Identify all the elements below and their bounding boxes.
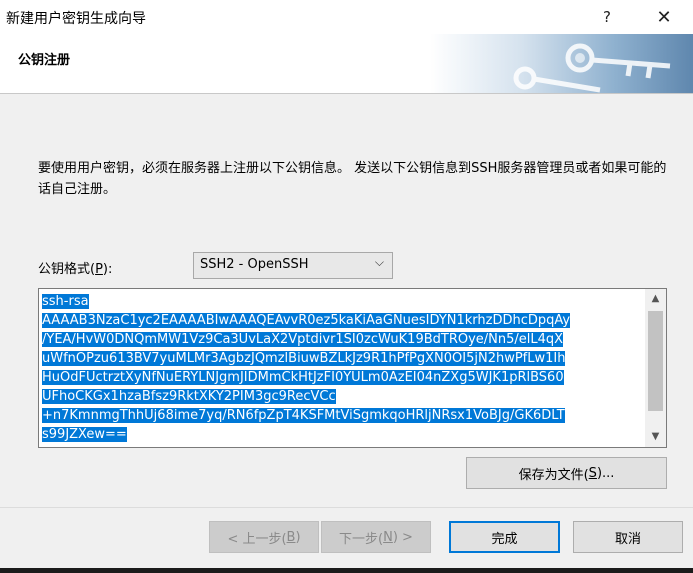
key-line: AAAAB3NzaC1yc2EAAAABIwAAAQEAvvR0ez5kaKiA… (42, 313, 571, 328)
key-line: ssh-rsa (42, 294, 89, 309)
key-line: +n7KmnmgThhUj68ime7yq/RN6fpZpT4KSFMtViSg… (42, 408, 565, 423)
window-title: 新建用户密钥生成向导 (6, 11, 146, 27)
scroll-down-icon[interactable]: ▼ (645, 427, 666, 447)
instruction-text: 要使用用户密钥，必须在服务器上注册以下公钥信息。 发送以下公钥信息到SSH服务器… (38, 161, 667, 197)
finish-button[interactable]: 完成 (449, 521, 560, 553)
bottom-edge (0, 568, 693, 573)
page-title: 公钥注册 (18, 53, 71, 68)
key-line: /YEA/HvW0DNQmMW1Vz9Ca3UvLaX2Vptdivr1SI0z… (42, 332, 564, 347)
keys-icon (513, 43, 671, 93)
chevron-down-icon: ⌵ (374, 255, 384, 269)
public-key-textbox[interactable]: ssh-rsa AAAAB3NzaC1yc2EAAAABIwAAAQEAvvR0… (38, 288, 667, 448)
wizard-header: 公钥注册 (0, 34, 693, 94)
key-line: uWfnOPzu613BV7yuMLMr3AgbzJQmzlBiuwBZLkJz… (42, 351, 566, 366)
key-format-value: SSH2 - OpenSSH (200, 257, 309, 272)
key-line: s99JZXew== (42, 427, 127, 442)
public-key-text[interactable]: ssh-rsa AAAAB3NzaC1yc2EAAAABIwAAAQEAvvR0… (42, 292, 642, 444)
scrollbar-thumb[interactable] (648, 311, 663, 411)
title-bar: 新建用户密钥生成向导 ? ✕ (0, 0, 693, 34)
divider (0, 507, 693, 508)
back-button[interactable]: < 上一步(B) (209, 521, 319, 553)
scroll-up-icon[interactable]: ▲ (645, 289, 666, 309)
keys-banner-image (430, 34, 693, 93)
cancel-button[interactable]: 取消 (573, 521, 683, 553)
key-line: UFhoCKGx1hzaBfsz9RktXKY2PIM3gc9RecVCc (42, 389, 336, 404)
close-icon: ✕ (656, 6, 672, 28)
key-format-label: 公钥格式(P): (38, 262, 113, 277)
help-button[interactable]: ? (584, 0, 630, 34)
next-button[interactable]: 下一步(N) > (321, 521, 431, 553)
help-icon: ? (603, 8, 611, 26)
vertical-scrollbar[interactable]: ▲ ▼ (645, 289, 666, 447)
key-format-select[interactable]: SSH2 - OpenSSH ⌵ (193, 252, 393, 279)
save-to-file-button[interactable]: 保存为文件(S)... (466, 457, 667, 489)
key-line: HuOdFUctrztXyNfNuERYLNJgmJIDMmCkHtJzFI0Y… (42, 370, 564, 385)
close-button[interactable]: ✕ (641, 0, 687, 34)
